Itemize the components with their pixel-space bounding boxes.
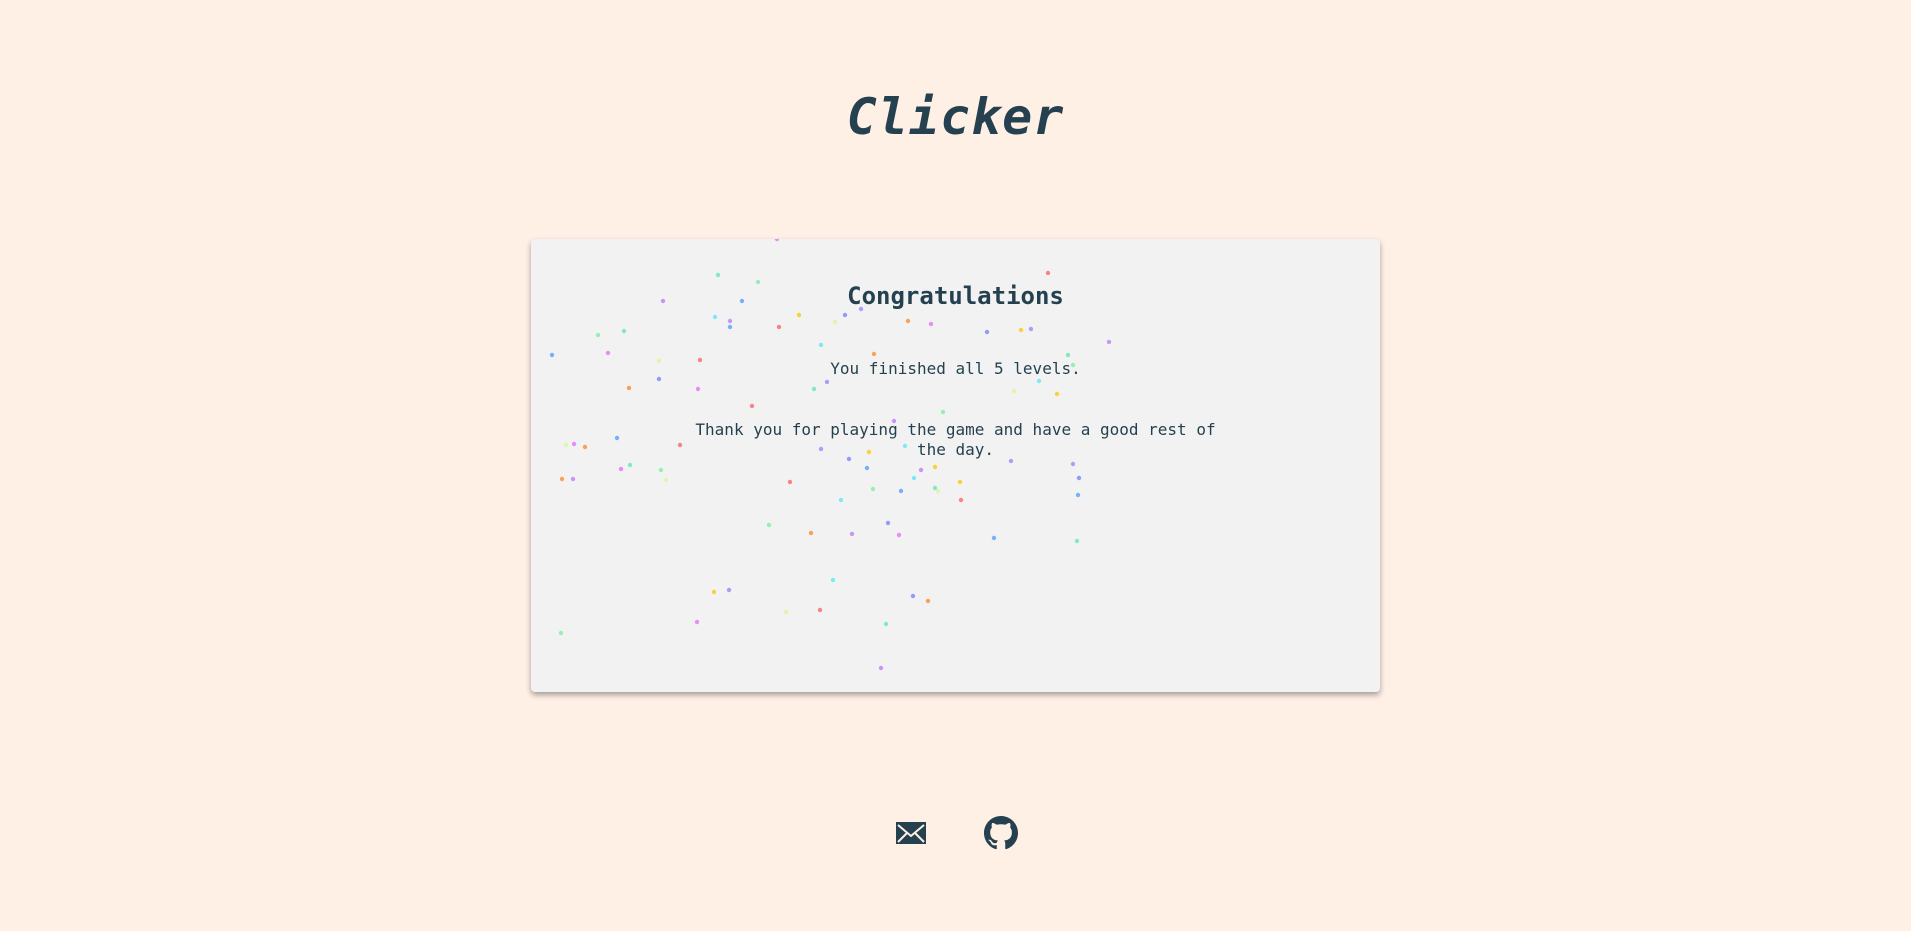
footer-links (0, 816, 1911, 850)
confetti-particle (870, 486, 876, 492)
confetti-particle (911, 475, 917, 481)
confetti-particle (626, 385, 632, 391)
confetti-particle (749, 403, 755, 409)
confetti-particle (766, 522, 772, 528)
confetti-particle (925, 598, 931, 604)
confetti-particle (783, 609, 789, 615)
page-title: Clicker (846, 88, 1065, 146)
email-link[interactable] (894, 816, 928, 850)
confetti-particle (932, 464, 938, 470)
confetti-particle (871, 351, 877, 357)
confetti-particle (1075, 492, 1081, 498)
confetti-particle (1106, 339, 1112, 345)
confetti-particle (958, 497, 964, 503)
confetti-particle (627, 462, 633, 468)
confetti-particle (549, 352, 555, 358)
confetti-particle (811, 386, 817, 392)
confetti-particle (991, 535, 997, 541)
confetti-particle (896, 532, 902, 538)
confetti-particle (1018, 327, 1024, 333)
confetti-particle (774, 239, 780, 242)
mail-icon (896, 822, 926, 844)
confetti-particle (1036, 378, 1042, 384)
confetti-particle (570, 476, 576, 482)
confetti-particle (817, 607, 823, 613)
confetti-particle (905, 318, 911, 324)
confetti-particle (824, 379, 830, 385)
confetti-particle (715, 272, 721, 278)
confetti-particle (776, 324, 782, 330)
thank-you-message: Thank you for playing the game and have … (695, 420, 1216, 459)
confetti-particle (910, 593, 916, 599)
confetti-particle (808, 530, 814, 536)
github-icon (984, 816, 1018, 850)
confetti-particle (935, 488, 941, 494)
confetti-particle (605, 350, 611, 356)
confetti-particle (842, 312, 848, 318)
confetti-particle (832, 319, 838, 325)
congratulations-heading: Congratulations (847, 282, 1064, 310)
confetti-particle (1070, 461, 1076, 467)
confetti-particle (957, 479, 963, 485)
confetti-particle (726, 587, 732, 593)
confetti-particle (695, 386, 701, 392)
confetti-particle (712, 314, 718, 320)
github-link[interactable] (984, 816, 1018, 850)
confetti-particle (918, 467, 924, 473)
confetti-particle (1045, 270, 1051, 276)
confetti-particle (727, 318, 733, 324)
confetti-particle (614, 435, 620, 441)
confetti-particle (849, 531, 855, 537)
confetti-particle (864, 465, 870, 471)
confetti-particle (727, 324, 733, 330)
confetti-particle (621, 328, 627, 334)
confetti-particle (830, 577, 836, 583)
confetti-particle (787, 479, 793, 485)
confetti-particle (928, 321, 934, 327)
confetti-particle (1065, 352, 1071, 358)
confetti-particle (796, 312, 802, 318)
confetti-particle (694, 619, 700, 625)
confetti-particle (571, 441, 577, 447)
confetti-particle (559, 476, 565, 482)
confetti-particle (711, 589, 717, 595)
confetti-particle (1074, 538, 1080, 544)
confetti-particle (663, 477, 669, 483)
confetti-particle (883, 621, 889, 627)
confetti-particle (898, 488, 904, 494)
confetti-particle (818, 342, 824, 348)
confetti-particle (1076, 475, 1082, 481)
confetti-particle (677, 442, 683, 448)
confetti-particle (1011, 388, 1017, 394)
confetti-particle (838, 497, 844, 503)
confetti-particle (984, 329, 990, 335)
confetti-particle (618, 466, 624, 472)
confetti-particle (1054, 391, 1060, 397)
congratulations-card: Congratulations You finished all 5 level… (531, 239, 1380, 692)
confetti-particle (558, 630, 564, 636)
confetti-particle (878, 665, 884, 671)
confetti-particle (1028, 326, 1034, 332)
confetti-particle (885, 520, 891, 526)
confetti-particle (940, 409, 946, 415)
confetti-particle (658, 467, 664, 473)
confetti-particle (582, 444, 588, 450)
levels-finished-message: You finished all 5 levels. (830, 359, 1081, 378)
confetti-particle (595, 332, 601, 338)
confetti-particle (563, 442, 569, 448)
